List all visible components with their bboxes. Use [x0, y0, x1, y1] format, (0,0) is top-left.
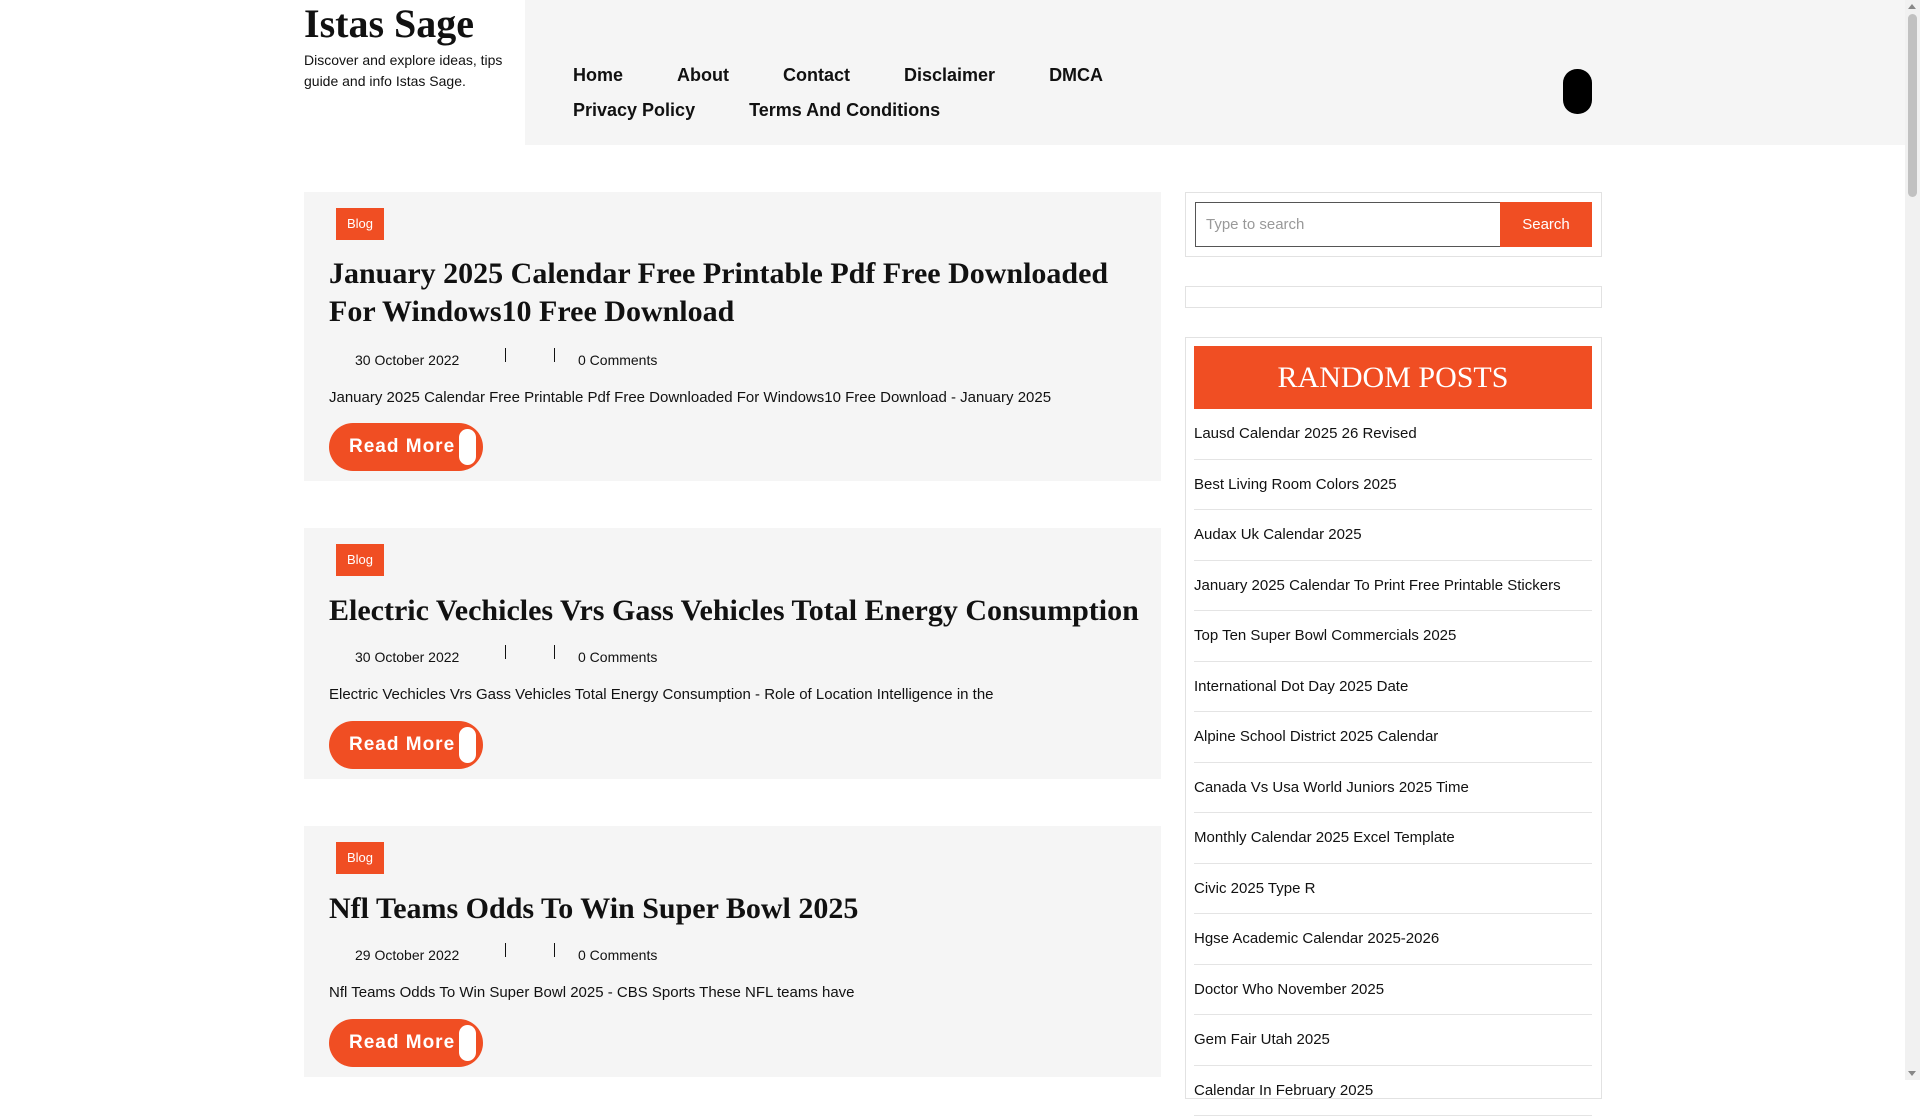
post-excerpt: January 2025 Calendar Free Printable Pdf… — [329, 388, 1149, 408]
post-date[interactable]: 30 October 2022 — [355, 350, 459, 370]
post-card: Blog Nfl Teams Odds To Win Super Bowl 20… — [304, 826, 1161, 1077]
read-more-pill-icon — [459, 1025, 476, 1061]
read-more-label: Read More — [349, 423, 455, 471]
nav-item-contact[interactable]: Contact — [783, 58, 850, 93]
nav-item-privacy-policy[interactable]: Privacy Policy — [573, 93, 695, 128]
random-post-link[interactable]: Canada Vs Usa World Juniors 2025 Time — [1194, 763, 1592, 814]
site-branding: Istas Sage Discover and explore ideas, t… — [304, 0, 524, 92]
meta-divider — [554, 348, 555, 362]
random-post-link[interactable]: Hgse Academic Calendar 2025-2026 — [1194, 914, 1592, 965]
random-post-link[interactable]: International Dot Day 2025 Date — [1194, 662, 1592, 713]
random-post-link[interactable]: Audax Uk Calendar 2025 — [1194, 510, 1592, 561]
read-more-label: Read More — [349, 721, 455, 769]
site-title[interactable]: Istas Sage — [304, 0, 524, 48]
post-meta: 30 October 2022 0 Comments — [329, 347, 729, 367]
search-toggle-button[interactable] — [1563, 69, 1592, 114]
category-badge[interactable]: Blog — [336, 842, 384, 874]
read-more-button[interactable]: Read More — [329, 1019, 483, 1067]
search-button[interactable]: Search — [1500, 202, 1592, 247]
nav-item-terms-and-conditions[interactable]: Terms And Conditions — [749, 93, 940, 128]
read-more-pill-icon — [459, 429, 476, 465]
random-post-link[interactable]: Best Living Room Colors 2025 — [1194, 460, 1592, 511]
meta-divider — [505, 645, 506, 659]
post-card: Blog January 2025 Calendar Free Printabl… — [304, 192, 1161, 481]
comments-count[interactable]: 0 Comments — [578, 945, 657, 965]
scroll-down-arrow-icon[interactable] — [1908, 1071, 1916, 1076]
random-post-link[interactable]: Calendar In February 2025 — [1194, 1066, 1592, 1116]
meta-divider — [554, 645, 555, 659]
read-more-label: Read More — [349, 1019, 455, 1067]
read-more-pill-icon — [459, 727, 476, 763]
random-post-link[interactable]: Monthly Calendar 2025 Excel Template — [1194, 813, 1592, 864]
empty-widget — [1185, 286, 1602, 308]
random-posts-heading: RANDOM POSTS — [1194, 346, 1592, 409]
random-post-link[interactable]: Alpine School District 2025 Calendar — [1194, 712, 1592, 763]
random-post-link[interactable]: Doctor Who November 2025 — [1194, 965, 1592, 1016]
random-post-link[interactable]: January 2025 Calendar To Print Free Prin… — [1194, 561, 1592, 612]
scrollbar-thumb[interactable] — [1908, 14, 1917, 197]
post-meta: 29 October 2022 0 Comments — [329, 942, 729, 962]
random-posts-widget: RANDOM POSTS Lausd Calendar 2025 26 Revi… — [1185, 337, 1602, 1099]
random-post-link[interactable]: Lausd Calendar 2025 26 Revised — [1194, 409, 1592, 460]
nav-item-disclaimer[interactable]: Disclaimer — [904, 58, 995, 93]
nav-item-about[interactable]: About — [677, 58, 729, 93]
site-header: Istas Sage Discover and explore ideas, t… — [0, 0, 1905, 145]
search-input[interactable] — [1195, 202, 1509, 247]
nav-item-dmca[interactable]: DMCA — [1049, 58, 1103, 93]
meta-divider — [505, 348, 506, 362]
category-badge[interactable]: Blog — [336, 208, 384, 240]
post-date[interactable]: 30 October 2022 — [355, 647, 459, 667]
random-post-link[interactable]: Civic 2025 Type R — [1194, 864, 1592, 915]
meta-divider — [505, 943, 506, 957]
post-excerpt: Electric Vechicles Vrs Gass Vehicles Tot… — [329, 685, 1149, 705]
category-badge[interactable]: Blog — [336, 544, 384, 576]
post-excerpt: Nfl Teams Odds To Win Super Bowl 2025 - … — [329, 983, 1149, 1003]
random-posts-list: Lausd Calendar 2025 26 Revised Best Livi… — [1194, 409, 1592, 1116]
post-meta: 30 October 2022 0 Comments — [329, 644, 729, 664]
post-title[interactable]: Nfl Teams Odds To Win Super Bowl 2025 — [329, 890, 1149, 928]
read-more-button[interactable]: Read More — [329, 423, 483, 471]
random-post-link[interactable]: Gem Fair Utah 2025 — [1194, 1015, 1592, 1066]
comments-count[interactable]: 0 Comments — [578, 350, 657, 370]
post-card: Blog Electric Vechicles Vrs Gass Vehicle… — [304, 528, 1161, 779]
random-post-link[interactable]: Top Ten Super Bowl Commercials 2025 — [1194, 611, 1592, 662]
comments-count[interactable]: 0 Comments — [578, 647, 657, 667]
page-scrollbar[interactable] — [1905, 0, 1920, 1080]
main-navigation: Home About Contact Disclaimer DMCA Priva… — [573, 58, 1333, 128]
meta-divider — [554, 943, 555, 957]
nav-item-home[interactable]: Home — [573, 58, 623, 93]
post-title[interactable]: Electric Vechicles Vrs Gass Vehicles Tot… — [329, 592, 1149, 630]
search-widget: Search — [1185, 192, 1602, 257]
read-more-button[interactable]: Read More — [329, 721, 483, 769]
site-description: Discover and explore ideas, tips guide a… — [304, 50, 524, 92]
post-title[interactable]: January 2025 Calendar Free Printable Pdf… — [329, 255, 1149, 331]
post-date[interactable]: 29 October 2022 — [355, 945, 459, 965]
scroll-up-arrow-icon[interactable] — [1908, 4, 1916, 9]
